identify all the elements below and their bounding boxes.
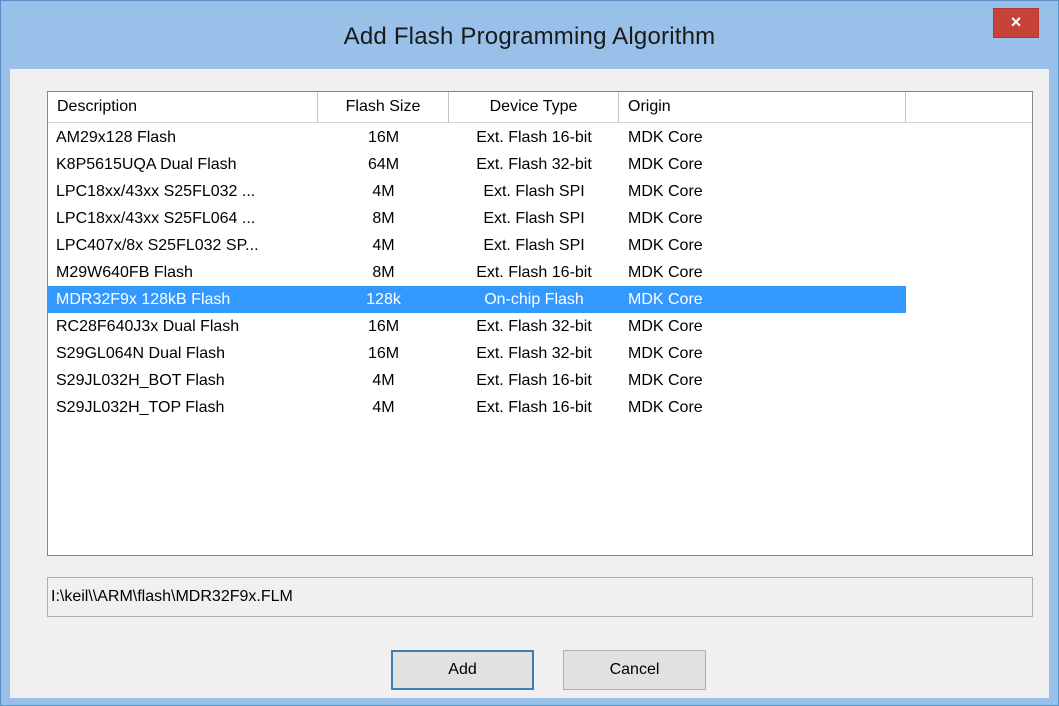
- cell-flash-size: 8M: [372, 264, 395, 281]
- cell-origin: MDK Core: [628, 372, 703, 389]
- cell-flash-size: 4M: [372, 399, 395, 416]
- cell-flash-size: 128k: [366, 291, 401, 308]
- cell-description: S29JL032H_TOP Flash: [56, 399, 225, 416]
- dialog-window: Add Flash Programming Algorithm × Descri…: [0, 0, 1059, 706]
- list-item[interactable]: RC28F640J3x Dual Flash 16M Ext. Flash 32-b…: [48, 313, 906, 340]
- cell-origin: MDK Core: [628, 264, 703, 281]
- algorithm-path-field[interactable]: I:\keil\\ARM\flash\MDR32F9x.FLM: [47, 577, 1033, 617]
- cell-device-type: Ext. Flash SPI: [483, 210, 585, 227]
- cell-description: AM29x128 Flash: [56, 129, 177, 146]
- list-item[interactable]: LPC18xx/43xx S25FL064 ... 8M Ext. Flash SP…: [48, 205, 906, 232]
- list-item[interactable]: LPC407x/8x S25FL032 SP... 4M Ext. Flash SP…: [48, 232, 906, 259]
- cell-description: LPC18xx/43xx S25FL032 ...: [56, 183, 256, 200]
- cell-flash-size: 16M: [367, 318, 400, 335]
- algorithm-list[interactable]: Description Flash Size Device Type Origi…: [47, 91, 1033, 556]
- cell-device-type: Ext. Flash 32-bit: [476, 318, 592, 335]
- cell-device-type: Ext. Flash SPI: [483, 183, 585, 200]
- cell-description: K8P5615UQA Dual Flash: [56, 156, 237, 173]
- list-item[interactable]: S29JL032H_TOP Flash 4M Ext. Flash 16-bit MD…: [48, 394, 906, 421]
- cell-device-type: Ext. Flash 16-bit: [476, 372, 592, 389]
- cell-description: S29JL032H_BOT Flash: [56, 372, 225, 389]
- cell-flash-size: 4M: [372, 183, 395, 200]
- cell-description: LPC18xx/43xx S25FL064 ...: [56, 210, 256, 227]
- column-header-description[interactable]: Description: [48, 92, 318, 122]
- cell-flash-size: 16M: [367, 345, 400, 362]
- cell-flash-size: 8M: [372, 210, 395, 227]
- cell-device-type: Ext. Flash 16-bit: [476, 264, 592, 281]
- cell-origin: MDK Core: [628, 237, 703, 254]
- cell-origin: MDK Core: [628, 183, 703, 200]
- column-header-flash-size[interactable]: Flash Size: [318, 92, 449, 122]
- cell-description: RC28F640J3x Dual Flash: [56, 318, 240, 335]
- add-button[interactable]: Add: [391, 650, 534, 690]
- cell-flash-size: 4M: [372, 237, 395, 254]
- cell-device-type: Ext. Flash 16-bit: [476, 399, 592, 416]
- cell-origin: MDK Core: [628, 210, 703, 227]
- list-item[interactable]: S29JL032H_BOT Flash 4M Ext. Flash 16-bit MD…: [48, 367, 906, 394]
- cell-device-type: Ext. Flash 32-bit: [476, 156, 592, 173]
- cell-description: S29GL064N Dual Flash: [56, 345, 225, 362]
- cell-flash-size: 64M: [367, 156, 400, 173]
- column-header-filler: [906, 92, 1032, 122]
- cell-origin: MDK Core: [628, 345, 703, 362]
- cell-origin: MDK Core: [628, 291, 703, 308]
- list-item[interactable]: MDR32F9x 128kB Flash 128k On-chip Flash MDK…: [48, 286, 906, 313]
- cell-origin: MDK Core: [628, 318, 703, 335]
- cell-device-type: On-chip Flash: [484, 291, 584, 308]
- close-icon: ×: [1010, 12, 1022, 32]
- cell-flash-size: 4M: [372, 372, 395, 389]
- dialog-title: Add Flash Programming Algorithm: [343, 23, 716, 50]
- list-item[interactable]: M29W640FB Flash 8M Ext. Flash 16-bit MDK Co…: [48, 259, 906, 286]
- list-header: Description Flash Size Device Type Origi…: [48, 92, 1032, 123]
- cell-description: LPC407x/8x S25FL032 SP...: [56, 237, 259, 254]
- cell-origin: MDK Core: [628, 399, 703, 416]
- dialog-client-area: Description Flash Size Device Type Origi…: [10, 69, 1049, 698]
- cell-description: M29W640FB Flash: [56, 264, 193, 281]
- cell-flash-size: 16M: [367, 129, 400, 146]
- close-button[interactable]: ×: [993, 8, 1039, 38]
- cell-origin: MDK Core: [628, 156, 703, 173]
- list-item[interactable]: K8P5615UQA Dual Flash 64M Ext. Flash 32-bi…: [48, 151, 906, 178]
- cell-device-type: Ext. Flash SPI: [483, 237, 585, 254]
- title-bar[interactable]: Add Flash Programming Algorithm ×: [1, 1, 1058, 69]
- cell-device-type: Ext. Flash 32-bit: [476, 345, 592, 362]
- cell-origin: MDK Core: [628, 129, 703, 146]
- list-item[interactable]: LPC18xx/43xx S25FL032 ... 4M Ext. Flash SP…: [48, 178, 906, 205]
- list-item[interactable]: S29GL064N Dual Flash 16M Ext. Flash 32-bit…: [48, 340, 906, 367]
- cancel-button[interactable]: Cancel: [563, 650, 706, 690]
- cell-device-type: Ext. Flash 16-bit: [476, 129, 592, 146]
- column-header-device-type[interactable]: Device Type: [449, 92, 619, 122]
- cell-description: MDR32F9x 128kB Flash: [56, 291, 231, 308]
- list-item[interactable]: AM29x128 Flash 16M Ext. Flash 16-bit MDK Co…: [48, 124, 906, 151]
- column-header-origin[interactable]: Origin: [619, 92, 906, 122]
